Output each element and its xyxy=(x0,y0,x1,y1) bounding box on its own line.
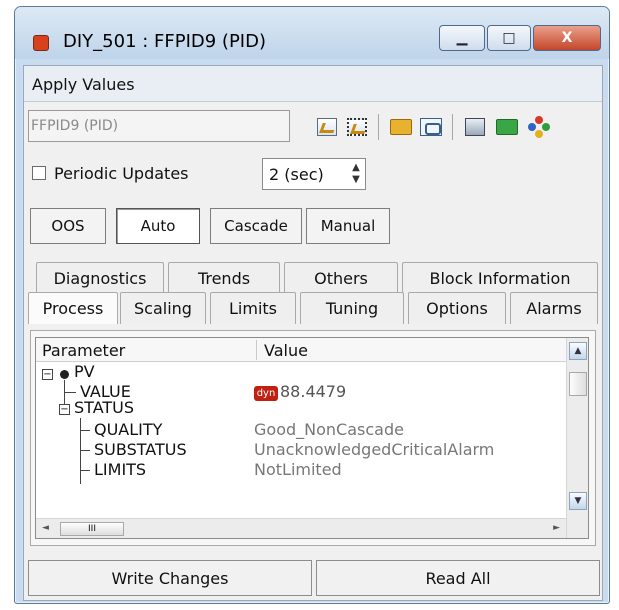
toolbar-separator xyxy=(378,114,379,140)
collapse-pv-icon[interactable]: − xyxy=(42,369,53,380)
mode-buttons: OOS Auto Cascade Manual xyxy=(24,208,602,246)
title-bar[interactable]: DIY_501 : FFPID9 (PID) ▁ □ X xyxy=(15,7,609,59)
toolbar-separator xyxy=(452,114,453,140)
green-folder-button[interactable] xyxy=(494,114,520,140)
edit-icon xyxy=(317,118,337,136)
row-label-limits: LIMITS xyxy=(94,460,147,479)
tree-row-quality[interactable]: QUALITY Good_NonCascade xyxy=(94,420,574,442)
row-value-quality: Good_NonCascade xyxy=(254,420,404,439)
open-folder-icon xyxy=(390,119,412,135)
parameter-list: Parameter Value − PV VALUE dyn 88.4479 −… xyxy=(35,337,589,539)
pv-bullet-icon xyxy=(60,370,69,379)
action-bar: Write Changes Read All xyxy=(24,556,602,600)
column-divider[interactable] xyxy=(256,340,257,360)
scroll-down-icon[interactable]: ▼ xyxy=(569,492,587,510)
tab-trends[interactable]: Trends xyxy=(168,262,280,294)
tab-limits[interactable]: Limits xyxy=(210,292,296,324)
tab-scaling[interactable]: Scaling xyxy=(120,292,206,324)
tab-row-back: Diagnostics Trends Others Block Informat… xyxy=(24,262,602,294)
row-value-substatus: UnacknowledgedCriticalAlarm xyxy=(254,440,495,459)
row-label-status: STATUS xyxy=(74,398,135,417)
tree-line xyxy=(80,430,90,431)
app-icon xyxy=(33,35,49,51)
close-icon: X xyxy=(561,30,573,46)
tree-row-limits[interactable]: LIMITS NotLimited xyxy=(94,460,574,482)
row-value-limits: NotLimited xyxy=(254,460,342,479)
green-folder-icon xyxy=(496,119,518,135)
tree-row-substatus[interactable]: SUBSTATUS UnacknowledgedCriticalAlarm xyxy=(94,440,574,462)
toolbar: FFPID9 (PID) xyxy=(24,108,602,146)
tree-line xyxy=(80,470,90,471)
tree-row-value[interactable]: VALUE dyn 88.4479 xyxy=(80,382,580,404)
tag-name-field[interactable]: FFPID9 (PID) xyxy=(28,110,290,142)
periodic-updates-label: Periodic Updates xyxy=(54,164,189,183)
menu-apply-values[interactable]: Apply Values xyxy=(32,75,135,94)
collapse-status-icon[interactable]: − xyxy=(59,404,70,415)
column-header-value[interactable]: Value xyxy=(264,341,308,360)
menu-bar: Apply Values xyxy=(24,66,602,102)
cascade-button[interactable]: Cascade xyxy=(210,208,302,244)
maximize-icon: □ xyxy=(502,30,516,46)
tab-process[interactable]: Process xyxy=(28,292,118,324)
tree-row-pv[interactable]: PV xyxy=(74,362,95,384)
tab-others[interactable]: Others xyxy=(284,262,398,294)
tab-block-information[interactable]: Block Information xyxy=(402,262,598,294)
spinner-arrows-icon[interactable]: ▲ ▼ xyxy=(349,162,363,186)
tab-tuning[interactable]: Tuning xyxy=(300,292,404,324)
process-tab-panel: Parameter Value − PV VALUE dyn 88.4479 −… xyxy=(30,330,596,546)
maximize-button[interactable]: □ xyxy=(487,25,531,51)
horizontal-scrollbar[interactable]: ◄ III ► xyxy=(36,518,566,538)
window-title: DIY_501 : FFPID9 (PID) xyxy=(63,31,267,52)
scroll-left-icon[interactable]: ◄ xyxy=(42,523,49,533)
minimize-icon: ▁ xyxy=(456,30,468,46)
pid-faceplate-window: DIY_501 : FFPID9 (PID) ▁ □ X Apply Value… xyxy=(14,6,610,604)
row-value-value: dyn 88.4479 xyxy=(254,382,346,401)
auto-button[interactable]: Auto xyxy=(116,208,200,244)
periodic-updates-row: Periodic Updates 2 (sec) ▲ ▼ xyxy=(24,156,602,196)
tree-line xyxy=(64,392,76,393)
computer-button[interactable] xyxy=(462,114,488,140)
tab-diagnostics[interactable]: Diagnostics xyxy=(36,262,164,294)
edit-highlight-button[interactable] xyxy=(344,114,370,140)
tab-options[interactable]: Options xyxy=(408,292,506,324)
row-label-pv: PV xyxy=(74,362,95,381)
edit-button[interactable] xyxy=(314,114,340,140)
oos-button[interactable]: OOS xyxy=(30,208,106,244)
read-all-button[interactable]: Read All xyxy=(316,560,600,596)
tree-line xyxy=(80,450,90,451)
update-interval-value: 2 (sec) xyxy=(269,165,324,184)
tree-view-icon xyxy=(420,118,442,136)
pv-value-text: 88.4479 xyxy=(280,382,347,401)
edit-highlight-icon xyxy=(347,118,367,136)
tree-row-status[interactable]: STATUS xyxy=(74,398,134,420)
row-label-quality: QUALITY xyxy=(94,420,163,439)
window-client-area: Apply Values FFPID9 (PID) Periodic Updat… xyxy=(23,65,603,601)
tab-alarms[interactable]: Alarms xyxy=(510,292,598,324)
close-button[interactable]: X xyxy=(533,25,601,51)
vertical-scrollbar[interactable]: ▲ ▼ xyxy=(566,338,588,538)
computer-icon xyxy=(465,118,485,136)
manual-button[interactable]: Manual xyxy=(306,208,390,244)
scroll-right-icon[interactable]: ► xyxy=(553,523,560,533)
scroll-up-icon[interactable]: ▲ xyxy=(569,342,587,360)
tree-view-button[interactable] xyxy=(418,114,444,140)
column-header-parameter[interactable]: Parameter xyxy=(42,341,125,360)
periodic-updates-checkbox[interactable] xyxy=(32,166,46,180)
row-label-substatus: SUBSTATUS xyxy=(94,440,187,459)
dynamic-badge-icon: dyn xyxy=(254,386,278,401)
vertical-scroll-thumb[interactable] xyxy=(569,372,587,396)
minimize-button[interactable]: ▁ xyxy=(439,25,485,51)
open-folder-button[interactable] xyxy=(388,114,414,140)
write-changes-button[interactable]: Write Changes xyxy=(28,560,312,596)
horizontal-scroll-thumb[interactable]: III xyxy=(60,522,124,536)
tree-line xyxy=(80,418,81,484)
color-dots-icon xyxy=(528,116,550,138)
list-header: Parameter Value xyxy=(36,338,566,362)
update-interval-spinner[interactable]: 2 (sec) ▲ ▼ xyxy=(262,158,366,190)
color-dots-button[interactable] xyxy=(526,114,552,140)
tab-row-front: Process Scaling Limits Tuning Options Al… xyxy=(24,292,602,324)
